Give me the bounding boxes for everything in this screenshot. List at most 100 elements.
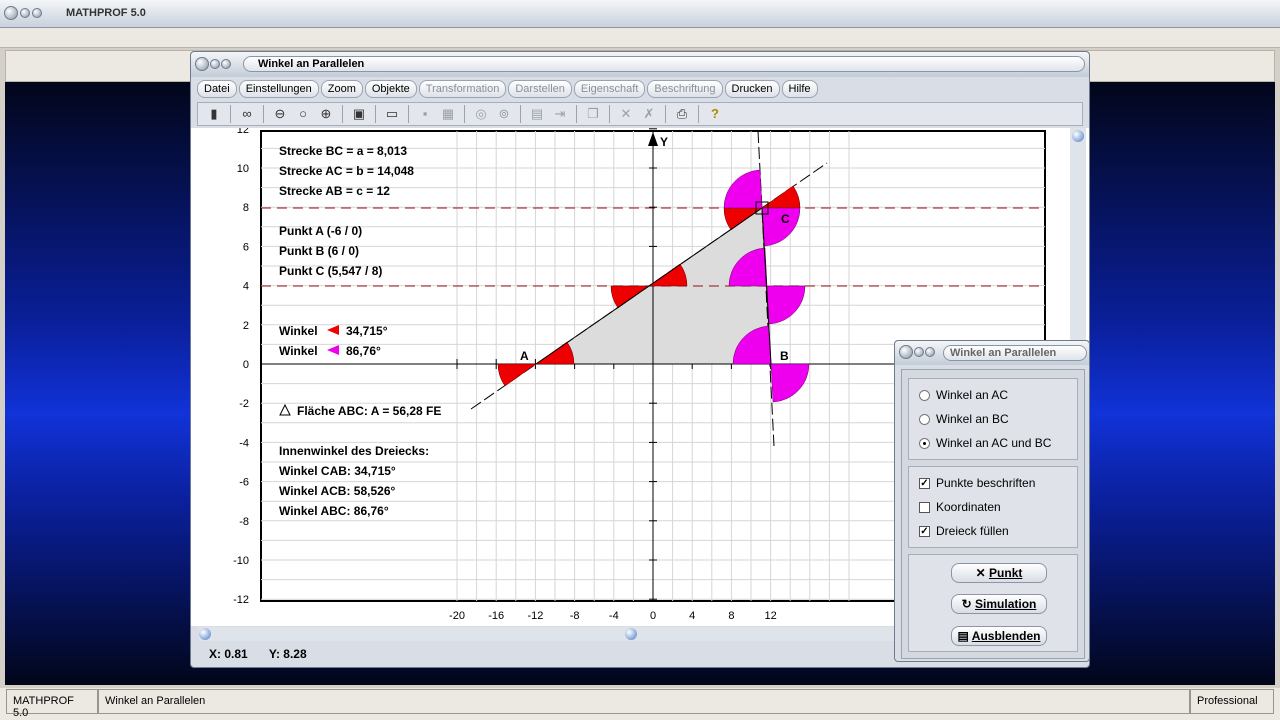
maximize-icon[interactable]: [32, 8, 42, 18]
zoom-out-icon[interactable]: ⊖: [270, 105, 290, 123]
box-icon[interactable]: ▪: [415, 105, 435, 123]
print-icon[interactable]: ⎙: [672, 105, 692, 123]
y-tick-label: -10: [233, 555, 249, 567]
menu-darstellen[interactable]: Darstellen: [508, 80, 572, 98]
point-label-c: C: [781, 212, 790, 226]
y-tick-label: -6: [239, 477, 249, 489]
app-menu-icon[interactable]: [4, 6, 18, 20]
checkbox-label: Punkte beschriften: [936, 476, 1036, 490]
y-axis-label: Y: [660, 135, 668, 149]
horizontal-scroll-start[interactable]: [199, 628, 211, 640]
circle-icon[interactable]: ◎: [471, 105, 491, 123]
radio-winkel-ac-bc[interactable]: Winkel an AC und BC: [919, 436, 1051, 450]
copy-icon[interactable]: ❐: [583, 105, 603, 123]
status-edition: Professional: [1190, 689, 1274, 714]
y-tick-label: 10: [237, 163, 249, 175]
checkbox-icon[interactable]: [919, 501, 930, 513]
y-tick-label: 0: [243, 359, 249, 371]
x-tick-label: -16: [488, 610, 504, 622]
menu-objekte[interactable]: Objekte: [364, 80, 417, 98]
y-tick-label: 12: [237, 128, 249, 136]
menu-einstellungen[interactable]: Einstellungen: [238, 80, 319, 98]
exit-icon[interactable]: ▮: [204, 105, 224, 123]
punkt-button[interactable]: ✕ Punkt: [951, 563, 1047, 583]
target-icon[interactable]: ⊚: [494, 105, 514, 123]
window-maximize-icon[interactable]: [221, 59, 231, 69]
dialog-menu-icon[interactable]: [899, 345, 913, 359]
coord-y: Y: 8.28: [268, 647, 307, 661]
zoom-in-icon[interactable]: ⊕: [316, 105, 336, 123]
window-title: Winkel an Parallelen: [243, 56, 1085, 72]
dialog-title: Winkel an Parallelen: [943, 345, 1087, 361]
dialog-minimize-icon[interactable]: [914, 347, 924, 357]
punkt-label: Punkt: [989, 566, 1023, 580]
window-icon[interactable]: ▭: [382, 105, 402, 123]
info-winkel-acb: Winkel ACB: 58,526°: [279, 484, 395, 498]
y-tick-label: -12: [233, 594, 249, 606]
info-strecke-ab: Strecke AB = c = 12: [279, 184, 390, 198]
menu-drucken[interactable]: Drucken: [724, 80, 780, 98]
simulation-button[interactable]: ↻ Simulation: [951, 594, 1047, 614]
radio-winkel-ac[interactable]: Winkel an AC: [919, 388, 1008, 402]
glasses-icon[interactable]: ∞: [237, 105, 257, 123]
vertical-scroll-thumb[interactable]: [1072, 130, 1084, 142]
info-strecke-ac: Strecke AC = b = 14,048: [279, 164, 414, 178]
x-tick-label: -12: [527, 610, 543, 622]
check-punkte-beschriften[interactable]: ✓ Punkte beschriften: [919, 476, 1035, 490]
radio-label: Winkel an AC und BC: [936, 436, 1052, 450]
y-tick-label: 6: [243, 241, 249, 253]
horizontal-scroll-thumb[interactable]: [625, 628, 637, 640]
checkbox-label: Koordinaten: [936, 500, 1001, 514]
app-title-bar: MATHPROF 5.0: [0, 0, 1280, 28]
checkbox-group: ✓ Punkte beschriften Koordinaten ✓ Dreieck…: [908, 466, 1078, 548]
table-icon[interactable]: ▤: [527, 105, 547, 123]
menu-bar: Datei Einstellungen Zoom Objekte Transformat…: [197, 80, 1083, 100]
window-menu-icon[interactable]: [195, 57, 209, 71]
settings-icon[interactable]: ▣: [349, 105, 369, 123]
menu-beschriftung[interactable]: Beschriftung: [647, 80, 723, 98]
menu-eigenschaft[interactable]: Eigenschaft: [573, 80, 646, 98]
menu-datei[interactable]: Datei: [197, 80, 237, 98]
simulation-label: Simulation: [975, 597, 1037, 611]
point-label-b: B: [780, 349, 789, 363]
minimize-icon[interactable]: [20, 8, 30, 18]
settings-dialog: Winkel an Parallelen Winkel an AC Winkel…: [894, 340, 1090, 662]
info-winkel-2-value: 86,76°: [346, 344, 381, 358]
dialog-maximize-icon[interactable]: [925, 347, 935, 357]
check-dreieck-fuellen[interactable]: ✓ Dreieck füllen: [919, 524, 1009, 538]
x-tick-label: 8: [728, 610, 734, 622]
info-winkel-1-label: Winkel: [279, 324, 318, 338]
help-icon[interactable]: ?: [705, 105, 725, 123]
refresh-icon: ↻: [961, 597, 972, 611]
cross-icon[interactable]: ✕: [616, 105, 636, 123]
export-icon[interactable]: ⇥: [550, 105, 570, 123]
radio-icon[interactable]: [919, 413, 930, 425]
radio-group: Winkel an AC Winkel an BC Winkel an AC u…: [908, 378, 1078, 460]
check-koordinaten[interactable]: Koordinaten: [919, 500, 1001, 514]
ausblenden-button[interactable]: ▤ Ausblenden: [951, 626, 1047, 646]
cross2-icon[interactable]: ✗: [639, 105, 659, 123]
info-strecke-bc: Strecke BC = a = 8,013: [279, 144, 407, 158]
window-minimize-icon[interactable]: [210, 59, 220, 69]
menu-hilfe[interactable]: Hilfe: [781, 80, 818, 98]
coord-x: X: 0.81: [209, 647, 248, 661]
x-tick-label: 4: [689, 610, 695, 622]
menu-transformation[interactable]: Transformation: [418, 80, 507, 98]
zoom-icon[interactable]: ○: [293, 105, 313, 123]
radio-icon[interactable]: [919, 389, 930, 401]
status-module: Winkel an Parallelen: [98, 689, 1190, 714]
radio-selected-icon[interactable]: [919, 437, 930, 449]
x-tick-label: 0: [650, 610, 656, 622]
checkbox-checked-icon[interactable]: ✓: [919, 525, 930, 537]
ausblenden-label: Ausblenden: [971, 629, 1041, 643]
radio-label: Winkel an BC: [936, 412, 1009, 426]
radio-winkel-bc[interactable]: Winkel an BC: [919, 412, 1009, 426]
y-tick-label: -8: [239, 516, 249, 528]
info-punkt-a: Punkt A (-6 / 0): [279, 224, 362, 238]
grid-icon[interactable]: ▦: [438, 105, 458, 123]
checkbox-checked-icon[interactable]: ✓: [919, 477, 930, 489]
toolbar: ▮ ∞ ⊖ ○ ⊕ ▣ ▭ ▪ ▦ ◎ ⊚ ▤ ⇥ ❐ ✕ ✗ ⎙ ?: [197, 102, 1083, 126]
hide-icon: ▤: [957, 629, 969, 643]
menu-zoom[interactable]: Zoom: [320, 80, 363, 98]
point-label-a: A: [520, 349, 529, 363]
